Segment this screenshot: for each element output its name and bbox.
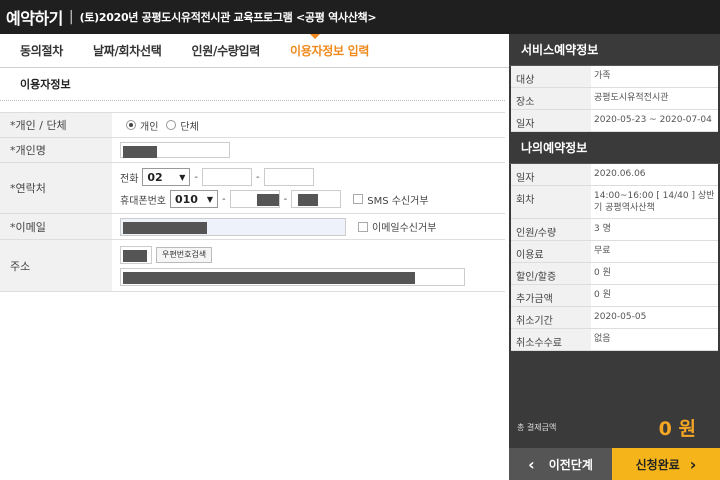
service-info-table: 대상 가족 장소 공평도시유적전시관 일자 2020-05-23 ~ 2020-07-… [511, 66, 718, 132]
phone-middle-input[interactable] [202, 168, 253, 186]
radio-group-label: 단체 [180, 121, 199, 133]
step-user-info[interactable]: 이용자정보 입력 [270, 34, 379, 67]
my-info-row: 취소기간 2020-05-05 [511, 307, 718, 330]
contact-row: *연락처 전화 02 ▼ - - 휴대폰번호 010 ▼ - - SMS 수신거부 [0, 163, 505, 214]
postcode-search-button[interactable]: 우편번호검색 [156, 246, 213, 263]
type-row: *개인 / 단체 개인 단체 [0, 113, 505, 138]
sms-optout-checkbox[interactable] [353, 194, 364, 204]
phone-label: 전화 [120, 173, 139, 185]
contact-label: *연락처 [0, 163, 112, 213]
my-info-row: 이용료 무료 [511, 241, 718, 264]
step-tabs: 동의절차 날짜/회차선택 인원/수량입력 이용자정보 입력 [0, 34, 509, 68]
phone-last-input[interactable] [263, 168, 314, 186]
active-step-arrow-icon [310, 34, 320, 39]
chevron-left-icon: ‹ [528, 454, 535, 474]
name-label: *개인명 [0, 138, 112, 162]
service-info-row: 대상 가족 [511, 66, 718, 88]
redacted-value [123, 146, 157, 158]
total-label: 총 결제금액 [517, 422, 557, 432]
title-separator: | [68, 9, 74, 25]
prev-step-button[interactable]: ‹ 이전단계 [509, 448, 612, 480]
service-info-row: 장소 공평도시유적전시관 [511, 88, 718, 110]
step-agreement[interactable]: 동의절차 [0, 34, 73, 67]
email-optout-label: 이메일수신거부 [372, 223, 437, 234]
email-optout-checkbox[interactable] [358, 221, 368, 232]
reservation-sidebar: 서비스예약정보 대상 가족 장소 공평도시유적전시관 일자 2020-05-23 ~ … [509, 34, 720, 480]
user-info-form: *개인 / 단체 개인 단체 *개인명 *연락처 전화 02 ▼ - - 휴대폰… [0, 112, 505, 292]
page-title: 예약하기 [6, 9, 63, 28]
submit-label: 신청완료 [635, 457, 680, 472]
mobile-middle-input[interactable] [229, 190, 280, 208]
step-quantity[interactable]: 인원/수량입력 [172, 34, 271, 67]
email-row: *이메일 이메일수신거부 [0, 214, 505, 240]
step-date-session[interactable]: 날짜/회차선택 [73, 34, 172, 67]
address-input[interactable] [120, 267, 465, 286]
chevron-down-icon: ▼ [206, 194, 213, 204]
address-label: 주소 [0, 240, 112, 291]
chevron-down-icon: ▼ [179, 172, 186, 182]
my-info-table: 일자 2020.06.06 회차 14:00~16:00 [ 14/40 ] 상반기… [511, 164, 718, 352]
total-amount: 총 결제금액 0 원 [509, 409, 720, 445]
my-info-row: 추가금액 0 원 [511, 285, 718, 308]
section-title: 이용자정보 [20, 78, 71, 91]
type-label: *개인 / 단체 [0, 113, 112, 137]
name-row: *개인명 [0, 138, 505, 163]
radio-individual[interactable] [126, 120, 136, 130]
phone-prefix-select[interactable]: 02 ▼ [142, 168, 191, 186]
total-value: 0 원 [658, 417, 696, 440]
service-info-row: 일자 2020-05-23 ~ 2020-07-04 [511, 110, 718, 132]
chevron-right-icon: › [689, 454, 697, 474]
postcode-input[interactable] [120, 245, 152, 264]
my-info-row: 할인/할증 0 원 [511, 263, 718, 286]
radio-individual-label: 개인 [140, 121, 159, 133]
sms-optout-label: SMS 수신거부 [367, 195, 429, 207]
prev-step-label: 이전단계 [548, 457, 593, 472]
email-label: *이메일 [0, 214, 112, 239]
mobile-label: 휴대폰번호 [120, 195, 166, 207]
my-info-row: 회차 14:00~16:00 [ 14/40 ] 상반기 공평역사산책 [511, 186, 718, 220]
address-row: 주소 우편번호검색 [0, 240, 505, 292]
program-title: (토)2020년 공평도시유적전시관 교육프로그램 <공평 역사산책> [79, 11, 377, 24]
mobile-last-input[interactable] [291, 190, 342, 208]
email-input[interactable] [120, 217, 346, 236]
name-input[interactable] [120, 142, 230, 158]
my-info-row: 일자 2020.06.06 [511, 164, 718, 186]
service-info-heading: 서비스예약정보 [509, 34, 720, 66]
radio-group[interactable] [166, 120, 177, 130]
my-info-row: 인원/수량 3 명 [511, 219, 718, 242]
section-divider [0, 100, 505, 101]
my-info-heading: 나의예약정보 [509, 132, 720, 164]
my-info-row: 취소수수료 없음 [511, 329, 718, 352]
top-bar: 예약하기 | (토)2020년 공평도시유적전시관 교육프로그램 <공평 역사산… [0, 0, 720, 34]
mobile-prefix-select[interactable]: 010 ▼ [170, 190, 218, 208]
action-buttons: ‹ 이전단계 신청완료 › [509, 448, 720, 480]
submit-button[interactable]: 신청완료 › [612, 448, 720, 480]
